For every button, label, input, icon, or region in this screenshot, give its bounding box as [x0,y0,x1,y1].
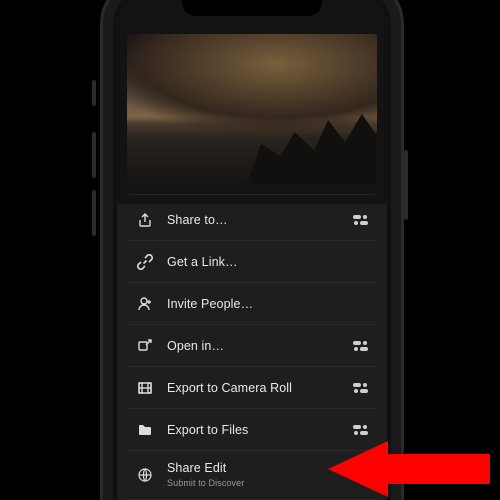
menu-item-share-edit[interactable]: Share Edit Submit to Discover [127,450,377,499]
phone-volume-up [92,132,96,178]
phone-mute-switch [92,80,96,106]
landscape-photo [127,34,377,184]
camera-roll-icon [133,380,157,396]
menu-sub: Submit to Discover [167,476,371,490]
menu-item-open-in[interactable]: Open in… [127,324,377,366]
phone-volume-down [92,190,96,236]
phone-side-button [404,150,408,220]
phone-notch [182,0,322,16]
callout-arrow [388,454,490,484]
menu-item-get-link[interactable]: Get a Link… [127,240,377,282]
menu-label: Invite People… [157,297,371,311]
menu-item-invite-people[interactable]: Invite People… [127,282,377,324]
options-icon[interactable] [353,340,371,352]
folder-icon [133,422,157,438]
options-icon[interactable] [353,214,371,226]
share-sheet: Share to… Get a Link… [117,199,387,500]
menu-title: Share Edit [167,461,226,475]
menu-label: Export to Files [157,423,353,437]
mountain-silhouette [247,84,377,184]
menu-label: Open in… [157,339,353,353]
globe-icon [133,467,157,483]
menu-label: Get a Link… [157,255,371,269]
phone-screen: Share to… Get a Link… [117,0,387,500]
menu-label: Export to Camera Roll [157,381,353,395]
menu-item-export-files[interactable]: Export to Files [127,408,377,450]
invite-people-icon [133,296,157,312]
share-icon [133,212,157,228]
menu-label: Share Edit Submit to Discover [157,461,371,490]
link-icon [133,254,157,270]
options-icon[interactable] [353,424,371,436]
open-in-icon [133,338,157,354]
menu-item-share-to[interactable]: Share to… [127,199,377,240]
menu-item-export-camera-roll[interactable]: Export to Camera Roll [127,366,377,408]
options-icon[interactable] [353,382,371,394]
phone-frame: Share to… Get a Link… [103,0,401,500]
menu-label: Share to… [157,213,353,227]
photo-preview [117,0,387,204]
sheet-divider [129,194,375,195]
